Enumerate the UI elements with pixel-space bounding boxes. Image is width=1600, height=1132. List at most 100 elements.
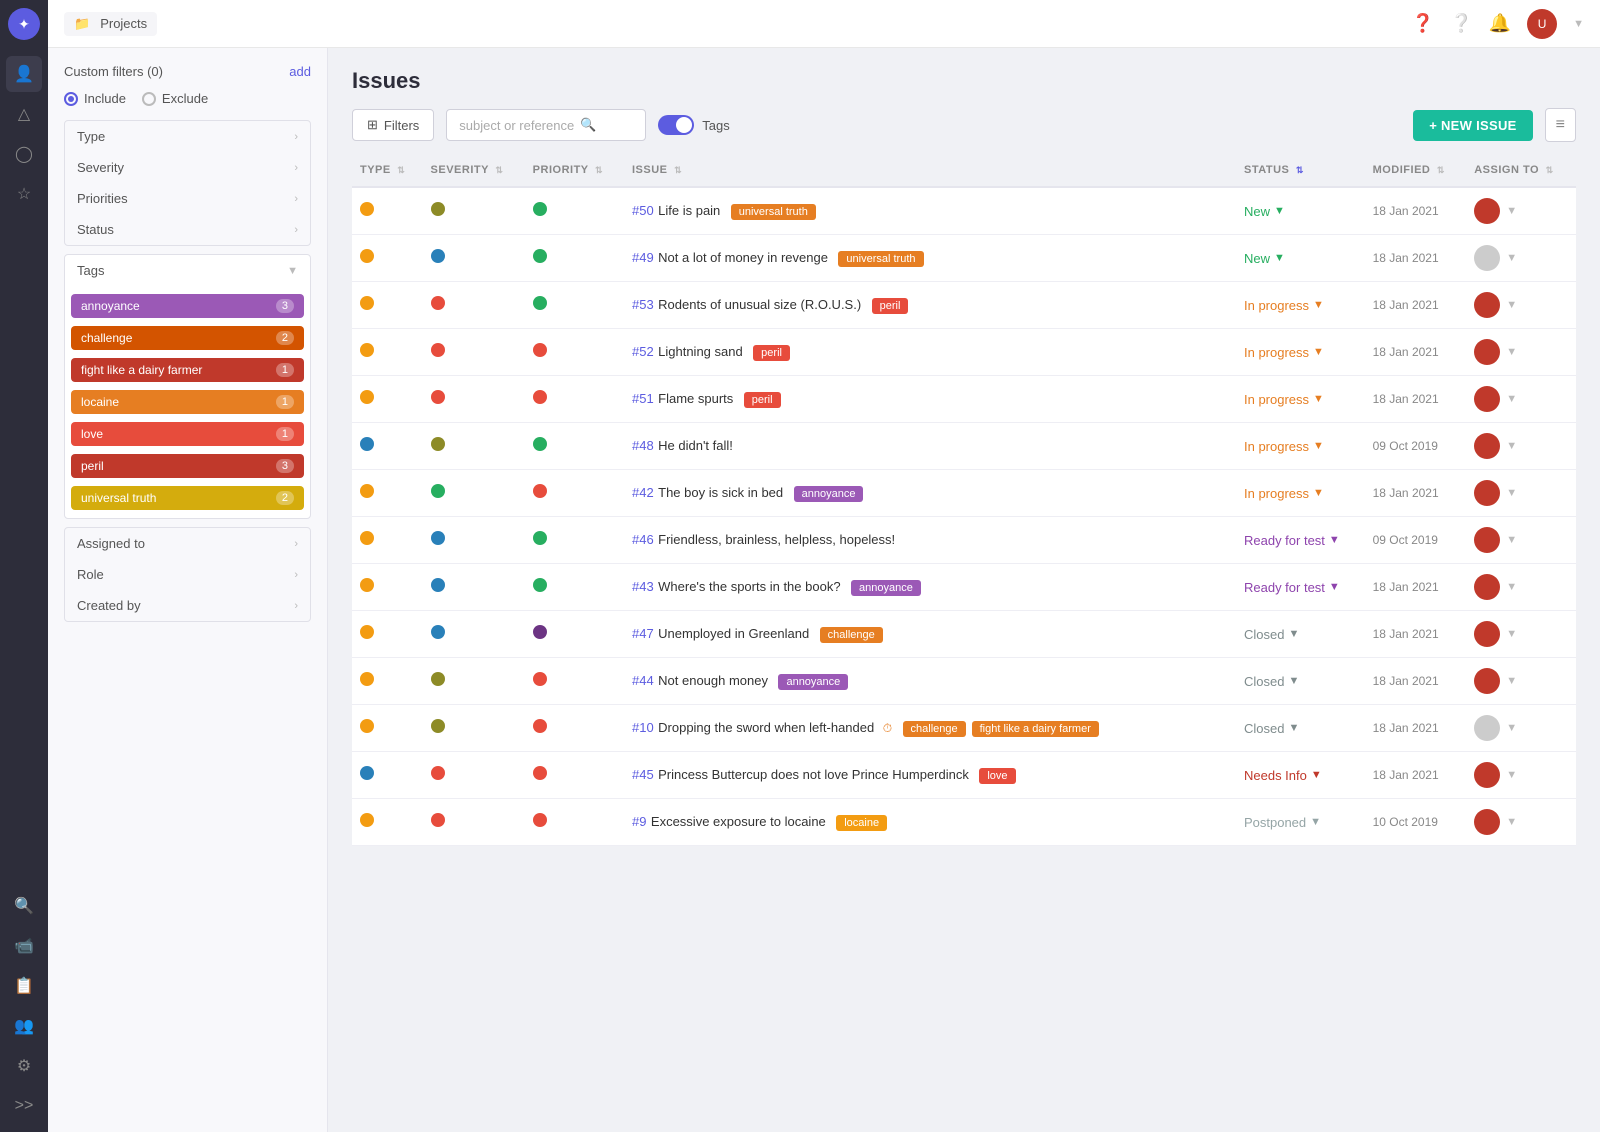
- filter-priorities[interactable]: Priorities ›: [65, 183, 310, 214]
- help-icon[interactable]: ❓: [1412, 13, 1434, 34]
- filter-role[interactable]: Role ›: [65, 559, 310, 590]
- assign-chevron-icon[interactable]: ▼: [1506, 769, 1517, 781]
- assign-avatar[interactable]: [1474, 715, 1500, 741]
- cell-status[interactable]: Closed ▼: [1236, 705, 1365, 752]
- issue-number[interactable]: #49: [632, 250, 654, 265]
- col-severity[interactable]: SEVERITY ⇅: [423, 154, 525, 187]
- nav-item-video[interactable]: 📹: [6, 928, 42, 964]
- cell-status[interactable]: In progress ▼: [1236, 423, 1365, 470]
- assign-avatar[interactable]: [1474, 245, 1500, 271]
- cell-status[interactable]: In progress ▼: [1236, 376, 1365, 423]
- assign-chevron-icon[interactable]: ▼: [1506, 675, 1517, 687]
- sidebar-tag-item[interactable]: fight like a dairy farmer1: [71, 358, 304, 382]
- issue-number[interactable]: #44: [632, 673, 654, 688]
- notification-icon[interactable]: 🔔: [1489, 13, 1511, 34]
- assign-avatar[interactable]: [1474, 621, 1500, 647]
- assign-chevron-icon[interactable]: ▼: [1506, 816, 1517, 828]
- issue-number[interactable]: #10: [632, 720, 654, 735]
- search-box[interactable]: subject or reference 🔍: [446, 109, 646, 141]
- col-status[interactable]: STATUS ⇅: [1236, 154, 1365, 187]
- filter-assigned-to[interactable]: Assigned to ›: [65, 528, 310, 559]
- assign-avatar[interactable]: [1474, 433, 1500, 459]
- nav-item-settings[interactable]: ⚙: [6, 1048, 42, 1084]
- issue-number[interactable]: #50: [632, 203, 654, 218]
- issue-number[interactable]: #46: [632, 532, 654, 547]
- assign-avatar[interactable]: [1474, 668, 1500, 694]
- cell-status[interactable]: Closed ▼: [1236, 611, 1365, 658]
- sidebar-tag-item[interactable]: peril3: [71, 454, 304, 478]
- col-type[interactable]: TYPE ⇅: [352, 154, 423, 187]
- col-issue[interactable]: ISSUE ⇅: [624, 154, 1236, 187]
- cell-status[interactable]: Postponed ▼: [1236, 799, 1365, 846]
- nav-item-search[interactable]: 🔍: [6, 888, 42, 924]
- assign-chevron-icon[interactable]: ▼: [1506, 487, 1517, 499]
- nav-item-delta[interactable]: △: [6, 96, 42, 132]
- assign-avatar[interactable]: [1474, 527, 1500, 553]
- assign-avatar[interactable]: [1474, 809, 1500, 835]
- nav-item-bookmark[interactable]: ☆: [6, 176, 42, 212]
- status-chevron-icon[interactable]: ▼: [1313, 440, 1324, 452]
- add-filter-link[interactable]: add: [289, 64, 311, 79]
- filter-severity[interactable]: Severity ›: [65, 152, 310, 183]
- status-chevron-icon[interactable]: ▼: [1288, 675, 1299, 687]
- issue-number[interactable]: #52: [632, 344, 654, 359]
- new-issue-button[interactable]: + NEW ISSUE: [1413, 110, 1532, 141]
- status-chevron-icon[interactable]: ▼: [1288, 628, 1299, 640]
- cell-status[interactable]: New ▼: [1236, 187, 1365, 235]
- cell-status[interactable]: Closed ▼: [1236, 658, 1365, 705]
- status-chevron-icon[interactable]: ▼: [1288, 722, 1299, 734]
- status-chevron-icon[interactable]: ▼: [1310, 816, 1321, 828]
- assign-chevron-icon[interactable]: ▼: [1506, 440, 1517, 452]
- issue-number[interactable]: #48: [632, 438, 654, 453]
- status-chevron-icon[interactable]: ▼: [1274, 205, 1285, 217]
- tags-dropdown-header[interactable]: Tags ▼: [65, 255, 310, 286]
- exclude-option[interactable]: Exclude: [142, 91, 208, 106]
- assign-avatar[interactable]: [1474, 762, 1500, 788]
- col-modified[interactable]: MODIFIED ⇅: [1365, 154, 1467, 187]
- cell-status[interactable]: Ready for test ▼: [1236, 564, 1365, 611]
- assign-avatar[interactable]: [1474, 480, 1500, 506]
- cell-status[interactable]: New ▼: [1236, 235, 1365, 282]
- sidebar-tag-item[interactable]: love1: [71, 422, 304, 446]
- assign-chevron-icon[interactable]: ▼: [1506, 299, 1517, 311]
- list-view-button[interactable]: ≡: [1545, 108, 1576, 142]
- filter-created-by[interactable]: Created by ›: [65, 590, 310, 621]
- cell-status[interactable]: In progress ▼: [1236, 329, 1365, 376]
- issue-number[interactable]: #42: [632, 485, 654, 500]
- assign-avatar[interactable]: [1474, 339, 1500, 365]
- exclude-radio[interactable]: [142, 92, 156, 106]
- col-priority[interactable]: PRIORITY ⇅: [525, 154, 624, 187]
- assign-avatar[interactable]: [1474, 574, 1500, 600]
- issue-number[interactable]: #47: [632, 626, 654, 641]
- filter-type[interactable]: Type ›: [65, 121, 310, 152]
- assign-chevron-icon[interactable]: ▼: [1506, 393, 1517, 405]
- status-chevron-icon[interactable]: ▼: [1313, 487, 1324, 499]
- status-chevron-icon[interactable]: ▼: [1313, 299, 1324, 311]
- assign-avatar[interactable]: [1474, 198, 1500, 224]
- cell-status[interactable]: In progress ▼: [1236, 282, 1365, 329]
- sidebar-tag-item[interactable]: annoyance3: [71, 294, 304, 318]
- issue-number[interactable]: #53: [632, 297, 654, 312]
- filter-status[interactable]: Status ›: [65, 214, 310, 245]
- nav-item-team[interactable]: 👥: [6, 1008, 42, 1044]
- cell-status[interactable]: Needs Info ▼: [1236, 752, 1365, 799]
- issue-number[interactable]: #51: [632, 391, 654, 406]
- assign-chevron-icon[interactable]: ▼: [1506, 252, 1517, 264]
- status-chevron-icon[interactable]: ▼: [1313, 393, 1324, 405]
- assign-chevron-icon[interactable]: ▼: [1506, 722, 1517, 734]
- status-chevron-icon[interactable]: ▼: [1311, 769, 1322, 781]
- nav-item-issues[interactable]: ◯: [6, 136, 42, 172]
- question-icon[interactable]: ❔: [1450, 13, 1472, 34]
- user-avatar[interactable]: U: [1527, 9, 1557, 39]
- assign-chevron-icon[interactable]: ▼: [1506, 628, 1517, 640]
- assign-avatar[interactable]: [1474, 292, 1500, 318]
- assign-chevron-icon[interactable]: ▼: [1506, 205, 1517, 217]
- sidebar-tag-item[interactable]: locaine1: [71, 390, 304, 414]
- sidebar-tag-item[interactable]: universal truth2: [71, 486, 304, 510]
- assign-chevron-icon[interactable]: ▼: [1506, 346, 1517, 358]
- nav-item-home[interactable]: 👤: [6, 56, 42, 92]
- cell-status[interactable]: In progress ▼: [1236, 470, 1365, 517]
- status-chevron-icon[interactable]: ▼: [1274, 252, 1285, 264]
- tags-toggle[interactable]: [658, 115, 694, 135]
- issue-number[interactable]: #9: [632, 814, 646, 829]
